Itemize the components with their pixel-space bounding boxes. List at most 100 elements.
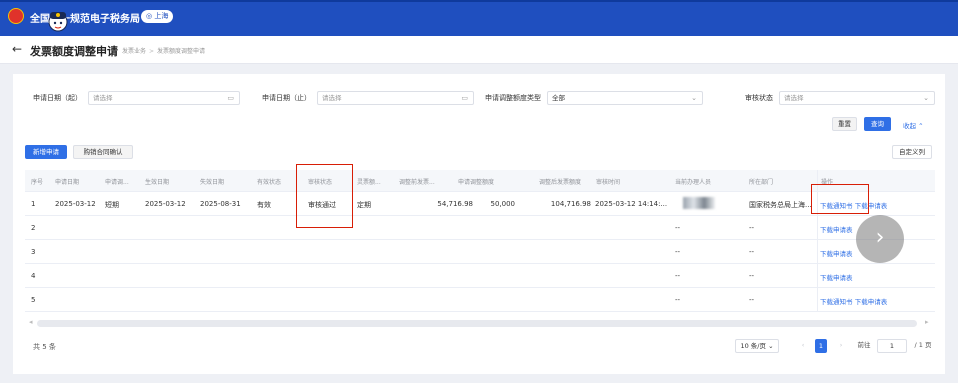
breadcrumb-item[interactable]: 发票业务 [122,48,146,55]
table-row: 4 -- -- 下载申请表 [25,264,935,288]
start-date-input[interactable]: 请选择 ▭ [88,91,240,105]
row-number: 5 [31,296,36,304]
start-date-placeholder: 请选择 [93,94,113,102]
page-title: 发票额度调整申请 [30,45,118,58]
department: -- [749,248,755,256]
department: -- [749,296,755,304]
top-bar: 全国统一规范电子税务局 ◎ 上海 [0,0,958,36]
end-date-label: 申请日期（止） [262,94,311,102]
calendar-icon: ▭ [227,94,234,102]
adjust-amount: 50,000 [490,200,516,208]
column-divider [817,240,818,264]
page-size-select[interactable]: 10 条/页 ⌄ [735,339,779,353]
chevron-up-icon: ⌃ [918,122,924,130]
column-header: 调整前发票... [399,179,435,186]
city-selector[interactable]: ◎ 上海 [141,10,174,23]
expire-date: 2025-08-31 [200,200,241,208]
table-header: 序号 申请日期 申请调... 生效日期 失效日期 有效状态 审核状态 灵票额..… [25,170,935,192]
column-header: 有效状态 [257,179,282,186]
column-header: 失效日期 [200,179,225,186]
main-panel: 申请日期（起） 请选择 ▭ 申请日期（止） 请选择 ▭ 申请调整额度类型 全部 … [13,74,945,374]
filter-start-date: 申请日期（起） 请选择 ▭ [33,91,240,105]
end-date-input[interactable]: 请选择 ▭ [317,91,474,105]
purchase-contract-confirm-button[interactable]: 购销合同确认 [73,145,133,159]
highlight-review-status [296,164,353,228]
column-header: 申请调... [105,179,129,186]
start-date-label: 申请日期（起） [33,94,82,102]
chevron-down-icon: ⌄ [768,342,774,350]
after-amount: 104,716.98 [550,200,591,208]
review-status-placeholder: 请选择 [784,94,804,102]
column-header: 当前办理人员 [675,179,712,186]
end-date-placeholder: 请选择 [322,94,342,102]
reset-button[interactable]: 重置 [832,117,857,131]
title-bar: ← 发票额度调整申请 发票业务 > 发票额度调整申请 [0,36,958,64]
row-number: 4 [31,272,36,280]
column-header: 灵票额... [357,179,381,186]
download-application-link[interactable]: 下载申请表 [855,298,888,306]
column-header: 序号 [31,179,44,186]
collapse-label: 收起 [903,122,916,130]
handler: -- [675,224,681,232]
prev-page-icon[interactable]: ‹ [798,339,808,353]
row-number: 2 [31,224,36,232]
table-row: 5 -- -- 下载通知书 下载申请表 [25,288,935,312]
download-application-link[interactable]: 下载申请表 [820,250,853,258]
horizontal-scrollbar[interactable] [37,320,917,327]
query-button[interactable]: 查询 [864,117,891,131]
column-divider [817,264,818,288]
arrow-left-icon[interactable]: ← [12,42,22,56]
column-header: 审核时间 [596,179,621,186]
review-time: 2025-03-12 14:14:... [595,200,668,208]
adjust-type-select[interactable]: 全部 ⌄ [547,91,703,105]
handler-redacted [683,197,715,209]
download-notice-link[interactable]: 下载通知书 [820,298,853,306]
chevron-right-icon[interactable]: › [856,215,904,263]
scroll-right-icon[interactable]: ▸ [925,318,929,326]
row-number: 3 [31,248,36,256]
scroll-left-icon[interactable]: ◂ [29,318,33,326]
handler: -- [675,296,681,304]
table-row: 2 -- -- 下载申请表 [25,216,935,240]
calendar-icon: ▭ [461,94,468,102]
chevron-down-icon: ⌄ [691,94,697,102]
total-count: 共 5 条 [33,343,56,351]
row-number: 1 [31,200,36,208]
handler: -- [675,272,681,280]
city-label: 上海 [154,12,169,20]
table-row: 1 2025-03-12 短期 2025-03-12 2025-08-31 有效… [25,192,935,216]
filter-review-status: 审核状态 请选择 ⌄ [745,91,935,105]
department: -- [749,224,755,232]
next-page-icon[interactable]: › [836,339,846,353]
page-number-current[interactable]: 1 [815,339,827,353]
department: 国家税务总局上海... [749,201,812,209]
filter-end-date: 申请日期（止） 请选择 ▭ [262,91,474,105]
download-application-link[interactable]: 下载申请表 [820,226,853,234]
tax-emblem-icon [8,8,24,24]
filter-adjust-type: 申请调整额度类型 全部 ⌄ [485,91,703,105]
highlight-download-notice [811,184,869,214]
location-icon: ◎ [146,12,153,20]
column-header: 申请日期 [55,179,80,186]
effective-date: 2025-03-12 [145,200,186,208]
breadcrumb: 发票业务 > 发票额度调整申请 [122,46,205,55]
download-application-link[interactable]: 下载申请表 [820,274,853,282]
quota-type: 定期 [357,201,371,209]
handler: -- [675,248,681,256]
custom-columns-button[interactable]: 自定义列 [892,145,932,159]
total-pages: / 1 页 [914,341,932,349]
review-status-select[interactable]: 请选择 ⌄ [779,91,935,105]
column-header: 生效日期 [145,179,170,186]
collapse-toggle[interactable]: 收起 ⌃ [903,120,924,130]
table-row: 3 -- -- 下载申请表 [25,240,935,264]
adjust-type-value: 全部 [552,94,565,102]
apply-date: 2025-03-12 [55,200,96,208]
mascot-icon [48,12,68,32]
goto-page-input[interactable]: 1 [877,339,907,353]
review-status-label: 审核状态 [745,94,773,102]
new-application-button[interactable]: 新增申请 [25,145,67,159]
before-amount: 54,716.98 [437,200,473,208]
goto-label: 前往 [857,341,871,349]
column-divider [817,216,818,240]
column-header: 所在部门 [749,179,774,186]
